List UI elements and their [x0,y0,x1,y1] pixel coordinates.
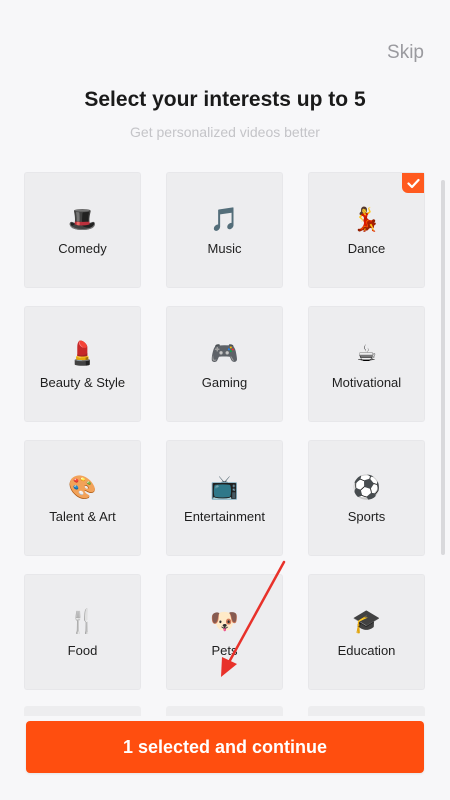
interest-label: Beauty & Style [39,374,126,390]
interest-label: Entertainment [184,508,265,524]
interest-label: Talent & Art [49,508,116,524]
soccer-ball-icon: ⚽ [352,473,381,500]
television-icon: 📺 [210,473,239,500]
scrollbar[interactable] [441,180,445,555]
interest-tile-beauty-style[interactable]: 💄 Beauty & Style [24,306,141,422]
interest-tile-motivational[interactable]: ☕ Motivational [308,306,425,422]
interest-label: Motivational [331,374,402,390]
interest-tile-entertainment[interactable]: 📺 Entertainment [166,440,283,556]
dancer-icon: 💃 [352,205,381,232]
interest-tile-music[interactable]: 🎵 Music [166,172,283,288]
interest-tile-sports[interactable]: ⚽ Sports [308,440,425,556]
page-title: Select your interests up to 5 [84,88,366,111]
interest-tile-food[interactable]: 🍴 Food [24,574,141,690]
partial-tile[interactable] [166,706,283,716]
dog-face-icon: 🐶 [210,607,239,634]
interest-tile-dance[interactable]: 💃 Dance [308,172,425,288]
interest-label: Pets [211,642,238,658]
interest-label: Music [207,240,242,256]
selected-check-icon [402,173,424,193]
interest-tile-pets[interactable]: 🐶 Pets [166,574,283,690]
interest-label: Gaming [201,374,248,390]
game-controller-icon: 🎮 [210,339,239,366]
interest-label: Food [67,642,98,658]
paint-palette-icon: 🎨 [68,473,97,500]
interest-grid: 🎩 Comedy 🎵 Music 💃 Dance 💄 Beauty & Styl… [24,172,426,690]
partial-tile[interactable] [24,706,141,716]
next-row-tiles-partial [24,706,426,716]
fork-knife-icon: 🍴 [68,607,97,634]
interest-label: Dance [347,240,386,256]
interest-tile-talent-art[interactable]: 🎨 Talent & Art [24,440,141,556]
interest-selection-screen: Skip Select your interests up to 5 Get p… [0,0,450,800]
top-hat-icon: 🎩 [68,205,97,232]
interest-label: Sports [347,508,386,524]
skip-button[interactable]: Skip [387,42,424,64]
interest-tile-education[interactable]: 🎓 Education [308,574,425,690]
interest-tile-comedy[interactable]: 🎩 Comedy [24,172,141,288]
graduation-cap-icon: 🎓 [352,607,381,634]
music-note-icon: 🎵 [210,205,239,232]
page-subtitle: Get personalized videos better [130,124,320,140]
lipstick-icon: 💄 [68,339,97,366]
interest-label: Comedy [58,240,107,256]
partial-tile[interactable] [308,706,425,716]
interest-tile-gaming[interactable]: 🎮 Gaming [166,306,283,422]
coffee-cup-icon: ☕ [356,339,377,366]
interest-label: Education [337,642,396,658]
continue-button[interactable]: 1 selected and continue [26,721,424,773]
